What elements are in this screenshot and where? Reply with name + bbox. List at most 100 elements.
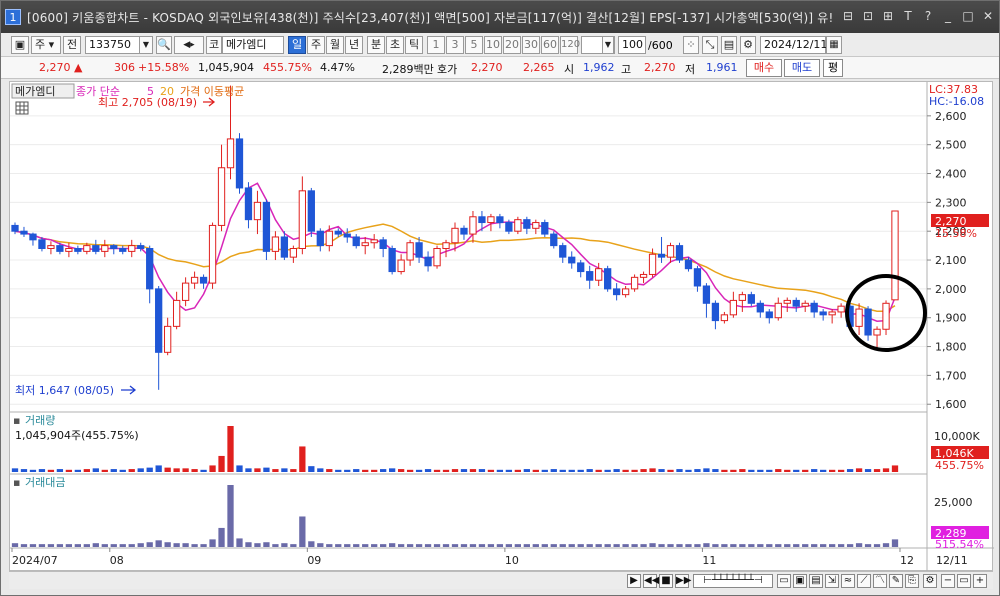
volume-bar <box>478 469 486 472</box>
open-label: 시 <box>564 63 575 76</box>
zoom-out-button[interactable]: − <box>941 574 955 588</box>
amount-bar <box>272 544 279 547</box>
candle-body <box>65 248 73 252</box>
volume-bar <box>47 469 55 472</box>
candle-icon[interactable]: ▣ <box>793 574 807 588</box>
copy-icon[interactable]: ⎘ <box>905 574 919 588</box>
amount-bar <box>254 543 261 547</box>
draw-icon[interactable]: ✎ <box>889 574 903 588</box>
amount-bar <box>460 544 468 547</box>
interval-10-button[interactable]: 10 <box>484 36 502 54</box>
buy-button[interactable]: 매수 <box>746 59 782 77</box>
chart-grid-icon[interactable]: ⁘ <box>683 36 699 54</box>
volume-bar <box>523 469 530 472</box>
period-minute-button[interactable]: 분 <box>367 36 385 54</box>
volume-bar <box>92 468 99 472</box>
zoom-in-button[interactable]: + <box>973 574 987 588</box>
amount-bar <box>389 543 396 547</box>
scroll-bar-thumb[interactable]: ▭ <box>957 574 971 588</box>
interval-1-button[interactable]: 1 <box>427 36 445 54</box>
candle-body <box>828 311 836 316</box>
code-nav-icon[interactable]: ◀▸ <box>174 36 204 54</box>
interval-30-button[interactable]: 30 <box>522 36 540 54</box>
interval-120-button[interactable]: 120 <box>560 36 580 54</box>
candle-body <box>190 276 199 284</box>
amount-bar <box>335 544 342 547</box>
interval-5-button[interactable]: 5 <box>465 36 483 54</box>
scroll-slider[interactable]: ⊢┴┴┴┴┴┴┴⊣ <box>693 574 773 588</box>
data-count-input[interactable]: 100 <box>618 36 646 54</box>
period-second-button[interactable]: 초 <box>386 36 404 54</box>
text-icon[interactable]: T <box>901 8 915 24</box>
volume-bar <box>227 426 234 472</box>
scroll-start-icon[interactable]: ◀◀ <box>643 574 659 588</box>
scroll-right-icon[interactable]: ▶ <box>627 574 641 588</box>
ruler-icon[interactable]: ▭ <box>777 574 791 588</box>
chart-area[interactable]: 2,600 2,500 2,400 2,300 2,200 2,100 2,000 1,900… <box>9 81 994 572</box>
amount-bar <box>65 544 73 547</box>
interval-20-button[interactable]: 20 <box>503 36 521 54</box>
candle-body <box>155 288 163 353</box>
candle-body <box>604 268 612 290</box>
scroll-end-icon[interactable]: ▶▶ <box>675 574 691 588</box>
table-icon[interactable] <box>15 101 29 115</box>
period-week-button[interactable]: 주 <box>307 36 325 54</box>
stock-code-input[interactable]: 133750 <box>85 36 141 54</box>
close-button[interactable]: ✕ <box>981 8 995 24</box>
amount-bar <box>326 544 333 547</box>
calendar-icon[interactable]: ▦ <box>826 36 842 54</box>
candle-body <box>397 259 405 273</box>
volume-bar <box>254 468 261 472</box>
amount-bar <box>712 544 719 547</box>
amount-bar <box>344 544 351 547</box>
layout-icon[interactable]: ▤ <box>809 574 823 588</box>
tile-icon[interactable]: ⊟ <box>841 8 855 24</box>
price-chart-svg[interactable]: 2,6002,5002,4002,3002,2002,1002,0001,900… <box>10 82 994 572</box>
chart-window: 1 [0600] 키움종합차트 - KOSDAQ 외국인보유[438(천)] 주… <box>0 0 1000 596</box>
expand-window-icon[interactable]: ⊞ <box>881 8 895 24</box>
indicator-icon[interactable]: ≈ <box>841 574 855 588</box>
amount-bar <box>748 544 755 547</box>
scroll-stop-icon[interactable]: ■ <box>659 574 673 588</box>
interval-dropdown-icon[interactable]: ▼ <box>602 36 614 54</box>
zoom-icon[interactable]: ⤡ <box>702 36 718 54</box>
average-button[interactable]: 평 <box>823 59 843 77</box>
candle-body <box>729 299 738 316</box>
period-day-button[interactable]: 일 <box>288 36 306 54</box>
date-input[interactable]: 2024/12/11 <box>760 36 827 54</box>
interval-3-button[interactable]: 3 <box>446 36 464 54</box>
chart-settings-small-icon[interactable]: ⚙ <box>923 574 937 588</box>
line-tool-icon[interactable]: ⟋ <box>857 574 871 588</box>
gear-icon[interactable]: ⚙ <box>740 36 756 54</box>
restore-window-icon[interactable]: ⊡ <box>861 8 875 24</box>
volume-bar <box>460 469 468 472</box>
volume-bar <box>236 465 243 472</box>
code-dropdown-icon[interactable]: ▼ <box>139 36 153 54</box>
volume-bar <box>568 469 575 472</box>
maximize-button[interactable]: □ <box>961 8 975 24</box>
help-icon[interactable]: ? <box>921 8 935 24</box>
volume-bar <box>613 469 620 472</box>
period-year-button[interactable]: 년 <box>345 36 363 54</box>
candle-body <box>101 245 109 252</box>
market-select[interactable]: 주 ▾ <box>31 36 61 54</box>
candle-body <box>765 311 773 319</box>
export-icon[interactable]: ⇲ <box>825 574 839 588</box>
amount-bar <box>11 543 19 547</box>
candle-body <box>226 138 235 169</box>
sell-button[interactable]: 매도 <box>784 59 820 77</box>
period-month-button[interactable]: 월 <box>326 36 344 54</box>
candle-body <box>577 262 585 273</box>
prev-button[interactable]: 전 <box>63 36 81 54</box>
minimize-button[interactable]: _ <box>941 8 955 24</box>
interval-60-button[interactable]: 60 <box>541 36 559 54</box>
chart-settings-icon[interactable]: ▣ <box>11 36 29 54</box>
period-tick-button[interactable]: 틱 <box>405 36 423 54</box>
candle-body <box>199 276 208 284</box>
trend-icon[interactable]: 〽 <box>873 574 887 588</box>
search-icon[interactable]: 🔍 <box>156 36 172 54</box>
save-icon[interactable]: ▤ <box>721 36 737 54</box>
candle-body <box>388 248 396 273</box>
volume-bar <box>101 469 108 472</box>
chart-scroll-bar: ▶ ◀◀ ■ ▶▶ ⊢┴┴┴┴┴┴┴⊣ ▭ ▣ ▤ ⇲ ≈ ⟋ 〽 ✎ ⎘ ⚙ … <box>9 571 993 589</box>
